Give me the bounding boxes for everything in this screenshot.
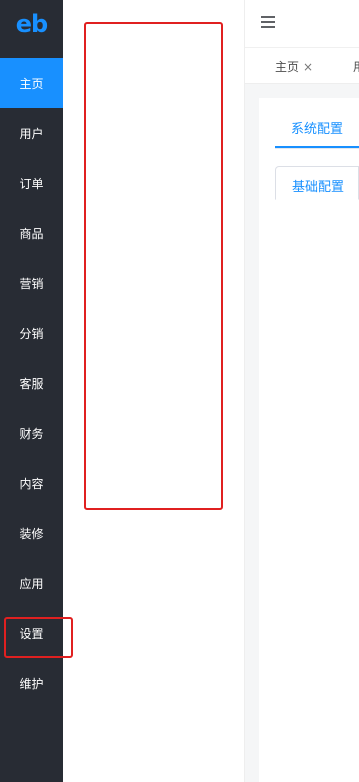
sidebar-item-marketing[interactable]: 营销 [0, 258, 63, 308]
sidebar-item-customer-service[interactable]: 客服 [0, 358, 63, 408]
sidebar-item-decoration[interactable]: 装修 [0, 508, 63, 558]
top-header [245, 0, 359, 48]
sidebar-item-distribution[interactable]: 分销 [0, 308, 63, 358]
brand-logo[interactable]: eb [0, 0, 63, 48]
tag-home[interactable]: 主页 × [275, 58, 313, 75]
sidebar-item-products[interactable]: 商品 [0, 208, 63, 258]
tab-divider [275, 148, 359, 149]
sidebar-item-orders[interactable]: 订单 [0, 158, 63, 208]
annotation-highlight-submenu [84, 22, 223, 510]
tag-users[interactable]: 用 [353, 58, 359, 75]
sidebar-item-content[interactable]: 内容 [0, 458, 63, 508]
sidebar-item-users[interactable]: 用户 [0, 108, 63, 158]
tags-bar: 主页× 用 [245, 48, 359, 84]
main-sidebar: eb 主页 用户 订单 商品 营销 分销 客服 财务 内容 装修 应用 设置 维… [0, 0, 63, 782]
sidebar-item-apps[interactable]: 应用 [0, 558, 63, 608]
logo-text: eb [15, 10, 48, 38]
tab-system-config[interactable]: 系统配置 [275, 118, 359, 148]
sidebar-item-finance[interactable]: 财务 [0, 408, 63, 458]
hamburger-icon[interactable] [261, 16, 275, 30]
sidebar-item-home[interactable]: 主页 [0, 58, 63, 108]
sidebar-item-maintenance[interactable]: 维护 [0, 658, 63, 708]
app-window: eb 主页 用户 订单 商品 营销 分销 客服 财务 内容 装修 应用 设置 维… [0, 0, 359, 782]
content-card [259, 98, 359, 782]
annotation-highlight-settings [4, 617, 73, 658]
close-icon[interactable]: × [303, 60, 313, 74]
tab-basic-config[interactable]: 基础配置 [275, 166, 359, 200]
